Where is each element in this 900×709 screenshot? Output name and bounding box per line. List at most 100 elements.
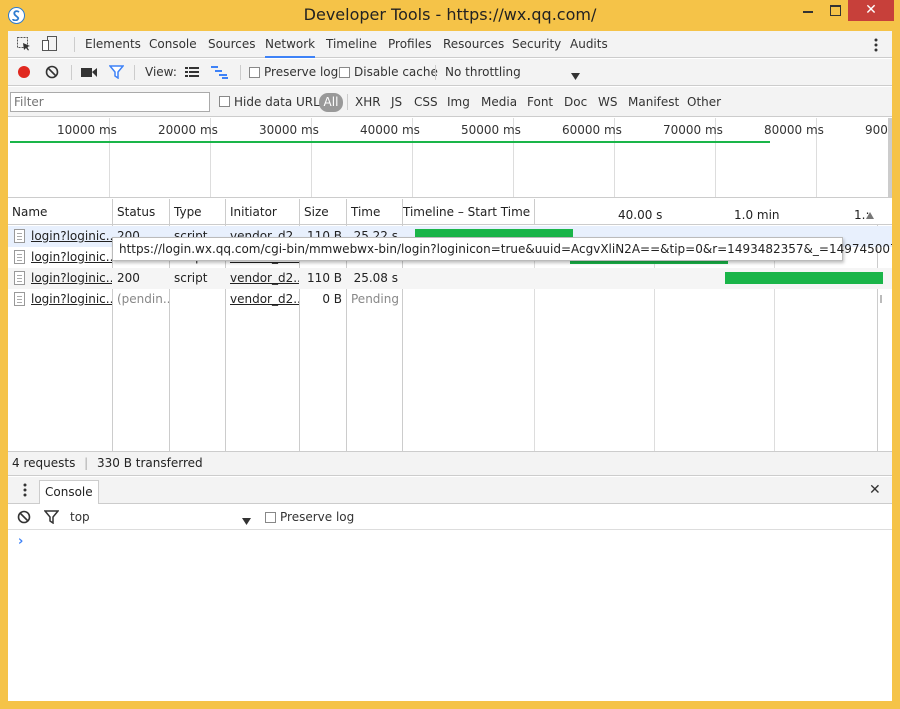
column-initiator[interactable]: Initiator bbox=[226, 199, 299, 225]
column-size[interactable]: Size bbox=[300, 199, 346, 225]
overview-tick-label: 40000 ms bbox=[360, 123, 420, 137]
close-drawer-icon[interactable]: ✕ bbox=[869, 482, 881, 498]
console-preserve-log-checkbox[interactable] bbox=[265, 512, 276, 523]
preserve-log-checkbox[interactable] bbox=[249, 67, 260, 78]
overview-tick-label: 70000 ms bbox=[663, 123, 723, 137]
request-time: Pending bbox=[351, 292, 399, 306]
tab-resources[interactable]: Resources bbox=[443, 31, 504, 58]
request-name[interactable]: login?loginic... bbox=[27, 268, 112, 289]
tab-sources[interactable]: Sources bbox=[208, 31, 255, 58]
clear-icon[interactable] bbox=[45, 65, 59, 79]
type-filter-ws[interactable]: WS bbox=[598, 95, 617, 109]
sort-ascending-icon bbox=[866, 208, 874, 219]
timeline-tick-label: 40.00 s bbox=[618, 208, 663, 222]
document-icon bbox=[14, 292, 25, 306]
type-filter-xhr[interactable]: XHR bbox=[355, 95, 381, 109]
view-label: View: bbox=[145, 65, 177, 79]
console-prompt[interactable]: › bbox=[18, 534, 23, 549]
divider bbox=[74, 37, 75, 52]
record-icon[interactable] bbox=[17, 65, 31, 79]
request-name[interactable]: login?loginic... bbox=[27, 289, 112, 310]
type-filter-js[interactable]: JS bbox=[391, 95, 402, 109]
request-size: 0 B bbox=[322, 292, 342, 306]
clear-console-icon[interactable] bbox=[17, 510, 31, 524]
tab-console[interactable]: Console bbox=[149, 31, 197, 58]
type-filter-font[interactable]: Font bbox=[527, 95, 553, 109]
disable-cache-checkbox[interactable] bbox=[339, 67, 350, 78]
request-size: 110 B bbox=[307, 271, 342, 285]
request-time: 25.08 s bbox=[353, 271, 398, 285]
console-filter-icon[interactable] bbox=[43, 510, 60, 525]
request-initiator[interactable]: vendor_d2... bbox=[226, 268, 299, 289]
table-row[interactable]: login?loginic... (pendin... vendor_d2...… bbox=[8, 289, 892, 310]
tab-elements[interactable]: Elements bbox=[85, 31, 141, 58]
timeline-tick-label: 1.0 min bbox=[734, 208, 780, 222]
document-icon bbox=[14, 250, 25, 264]
network-overview[interactable]: 10000 ms 20000 ms 30000 ms 40000 ms 5000… bbox=[8, 118, 892, 198]
request-type: script bbox=[174, 271, 208, 285]
drawer-tab-console[interactable]: Console bbox=[39, 480, 99, 504]
large-rows-icon[interactable] bbox=[185, 67, 199, 78]
request-name[interactable]: login?loginic... bbox=[27, 226, 112, 247]
column-time[interactable]: Time bbox=[347, 199, 402, 225]
summary-divider: | bbox=[84, 456, 89, 470]
type-filter-img[interactable]: Img bbox=[447, 95, 470, 109]
overview-tick-label: 30000 ms bbox=[259, 123, 319, 137]
more-options-icon[interactable] bbox=[874, 38, 878, 52]
tab-profiles[interactable]: Profiles bbox=[388, 31, 432, 58]
minimize-button[interactable] bbox=[794, 0, 822, 21]
type-filter-all[interactable]: All bbox=[319, 93, 343, 112]
chevron-down-icon[interactable] bbox=[571, 69, 580, 80]
column-type[interactable]: Type bbox=[170, 199, 225, 225]
column-status[interactable]: Status bbox=[113, 199, 169, 225]
tab-timeline[interactable]: Timeline bbox=[326, 31, 377, 58]
type-filter-doc[interactable]: Doc bbox=[564, 95, 587, 109]
request-status: (pendin... bbox=[117, 292, 169, 306]
context-select[interactable]: top bbox=[70, 510, 90, 524]
request-status: 200 bbox=[117, 271, 140, 285]
overview-tick-label: 60000 ms bbox=[562, 123, 622, 137]
overview-waterfall-icon[interactable] bbox=[211, 66, 228, 79]
preserve-log-label: Preserve log bbox=[264, 65, 339, 79]
filter-bar: Hide data URLs All XHR JS CSS Img Media … bbox=[8, 87, 892, 117]
divider bbox=[435, 65, 436, 80]
requests-count: 4 requests bbox=[12, 456, 76, 470]
column-timeline[interactable]: Timeline – Start Time bbox=[399, 199, 534, 225]
filter-icon[interactable] bbox=[108, 65, 125, 80]
tab-audits[interactable]: Audits bbox=[570, 31, 608, 58]
panel-tabbar: Elements Console Sources Network Timelin… bbox=[8, 31, 892, 58]
devtools-client: Elements Console Sources Network Timelin… bbox=[8, 31, 892, 701]
overview-tick-label: 50000 ms bbox=[461, 123, 521, 137]
requests-table-header: Name Status Type Initiator Size Time Tim… bbox=[8, 199, 892, 225]
type-filter-manifest[interactable]: Manifest bbox=[628, 95, 679, 109]
network-toolbar: View: Preserve log Disable cache No thro… bbox=[8, 59, 892, 86]
column-name[interactable]: Name bbox=[8, 199, 112, 225]
disable-cache-label: Disable cache bbox=[354, 65, 438, 79]
divider bbox=[347, 94, 348, 110]
filter-input[interactable] bbox=[10, 92, 210, 112]
overview-tick-label: 20000 ms bbox=[158, 123, 218, 137]
hide-data-urls-checkbox[interactable] bbox=[219, 96, 230, 107]
device-mode-icon[interactable] bbox=[42, 36, 58, 52]
type-filter-media[interactable]: Media bbox=[481, 95, 517, 109]
capture-screenshots-icon[interactable] bbox=[81, 67, 97, 78]
drawer-menu-icon[interactable] bbox=[23, 483, 27, 497]
maximize-button[interactable] bbox=[822, 0, 848, 21]
throttling-select[interactable]: No throttling bbox=[445, 65, 521, 79]
request-name[interactable]: login?loginic... bbox=[27, 247, 112, 268]
chevron-down-icon[interactable] bbox=[242, 514, 251, 525]
type-filter-css[interactable]: CSS bbox=[414, 95, 438, 109]
divider bbox=[71, 65, 72, 80]
table-row[interactable]: login?loginic... 200 script vendor_d2...… bbox=[8, 268, 892, 289]
tab-security[interactable]: Security bbox=[512, 31, 561, 58]
console-toolbar: top Preserve log bbox=[8, 504, 892, 530]
tab-network[interactable]: Network bbox=[265, 31, 316, 58]
hide-data-urls-label: Hide data URLs bbox=[234, 95, 327, 109]
document-icon bbox=[14, 229, 25, 243]
type-filter-other[interactable]: Other bbox=[687, 95, 721, 109]
window-close-button[interactable]: ✕ bbox=[848, 0, 894, 21]
divider bbox=[240, 65, 241, 80]
request-initiator[interactable]: vendor_d2... bbox=[226, 289, 299, 310]
column-divider bbox=[534, 199, 535, 225]
inspect-element-icon[interactable] bbox=[17, 37, 31, 51]
